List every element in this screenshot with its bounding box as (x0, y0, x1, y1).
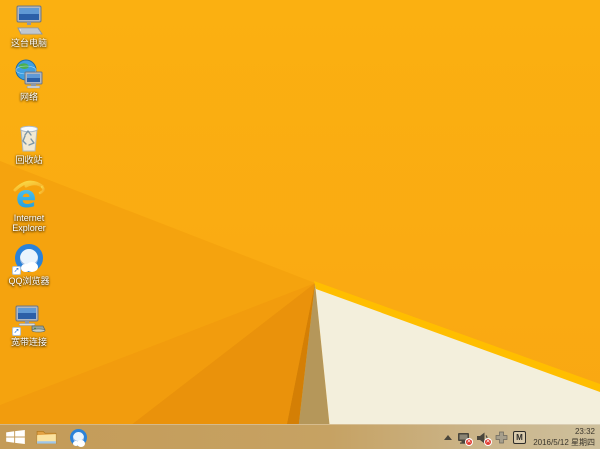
desktop-icon-label: 网络 (19, 92, 38, 102)
globe-computer-icon (12, 59, 46, 91)
system-tray: ✕ ✕ M 23:32 2016/5/12 星期四 (444, 425, 597, 449)
taskbar-button-qq-browser[interactable] (62, 425, 94, 449)
desktop-icon-label: 宽带连接 (10, 337, 47, 347)
windows-desktop: 这台电脑 网络 回收站 e Internet Explorer ➚ QQ浏览器 … (0, 0, 600, 449)
computer-icon (12, 5, 46, 37)
qq-browser-logo-icon: ➚ (12, 243, 46, 275)
desktop-icon-recycle-bin[interactable]: 回收站 (2, 122, 56, 165)
desktop-icon-label: QQ浏览器 (8, 276, 50, 286)
wallpaper (0, 0, 600, 449)
windows-logo-icon (5, 430, 25, 444)
ime-mode-indicator[interactable]: M (513, 431, 526, 444)
hidden-icons-caret[interactable] (444, 435, 452, 440)
taskbar-button-file-explorer[interactable] (30, 425, 62, 449)
folder-icon (36, 429, 57, 445)
desktop-icon-broadband[interactable]: ➚ 宽带连接 (2, 304, 56, 347)
desktop-icon-internet-explorer[interactable]: e Internet Explorer (2, 180, 56, 234)
start-button[interactable] (0, 425, 30, 449)
clock-time: 23:32 (574, 427, 595, 437)
shortcut-arrow-icon: ➚ (12, 327, 21, 336)
clock-date: 2016/5/12 星期四 (533, 437, 595, 447)
taskbar-clock[interactable]: 23:32 2016/5/12 星期四 (531, 427, 597, 448)
volume-muted-icon[interactable]: ✕ (476, 431, 492, 446)
recycle-bin-icon (12, 122, 46, 154)
desktop-icon-label: 回收站 (15, 155, 43, 165)
shortcut-arrow-icon: ➚ (12, 266, 21, 275)
error-badge: ✕ (484, 437, 492, 446)
desktop-icon-network[interactable]: 网络 (2, 59, 56, 102)
ime-cross-icon[interactable] (495, 431, 508, 444)
network-disconnected-icon[interactable]: ✕ (457, 431, 473, 446)
taskbar: ✕ ✕ M 23:32 2016/5/12 星期四 (0, 424, 600, 449)
desktop-icon-label: Internet Explorer (12, 213, 46, 234)
ie-logo-icon: e (12, 180, 46, 215)
desktop-icon-qq-browser[interactable]: ➚ QQ浏览器 (2, 243, 56, 286)
computer-modem-icon: ➚ (12, 304, 46, 336)
desktop-icon-this-pc[interactable]: 这台电脑 (2, 5, 56, 48)
desktop-icon-label: 这台电脑 (10, 38, 47, 48)
error-badge: ✕ (465, 437, 473, 446)
qq-browser-logo-icon (69, 428, 88, 447)
